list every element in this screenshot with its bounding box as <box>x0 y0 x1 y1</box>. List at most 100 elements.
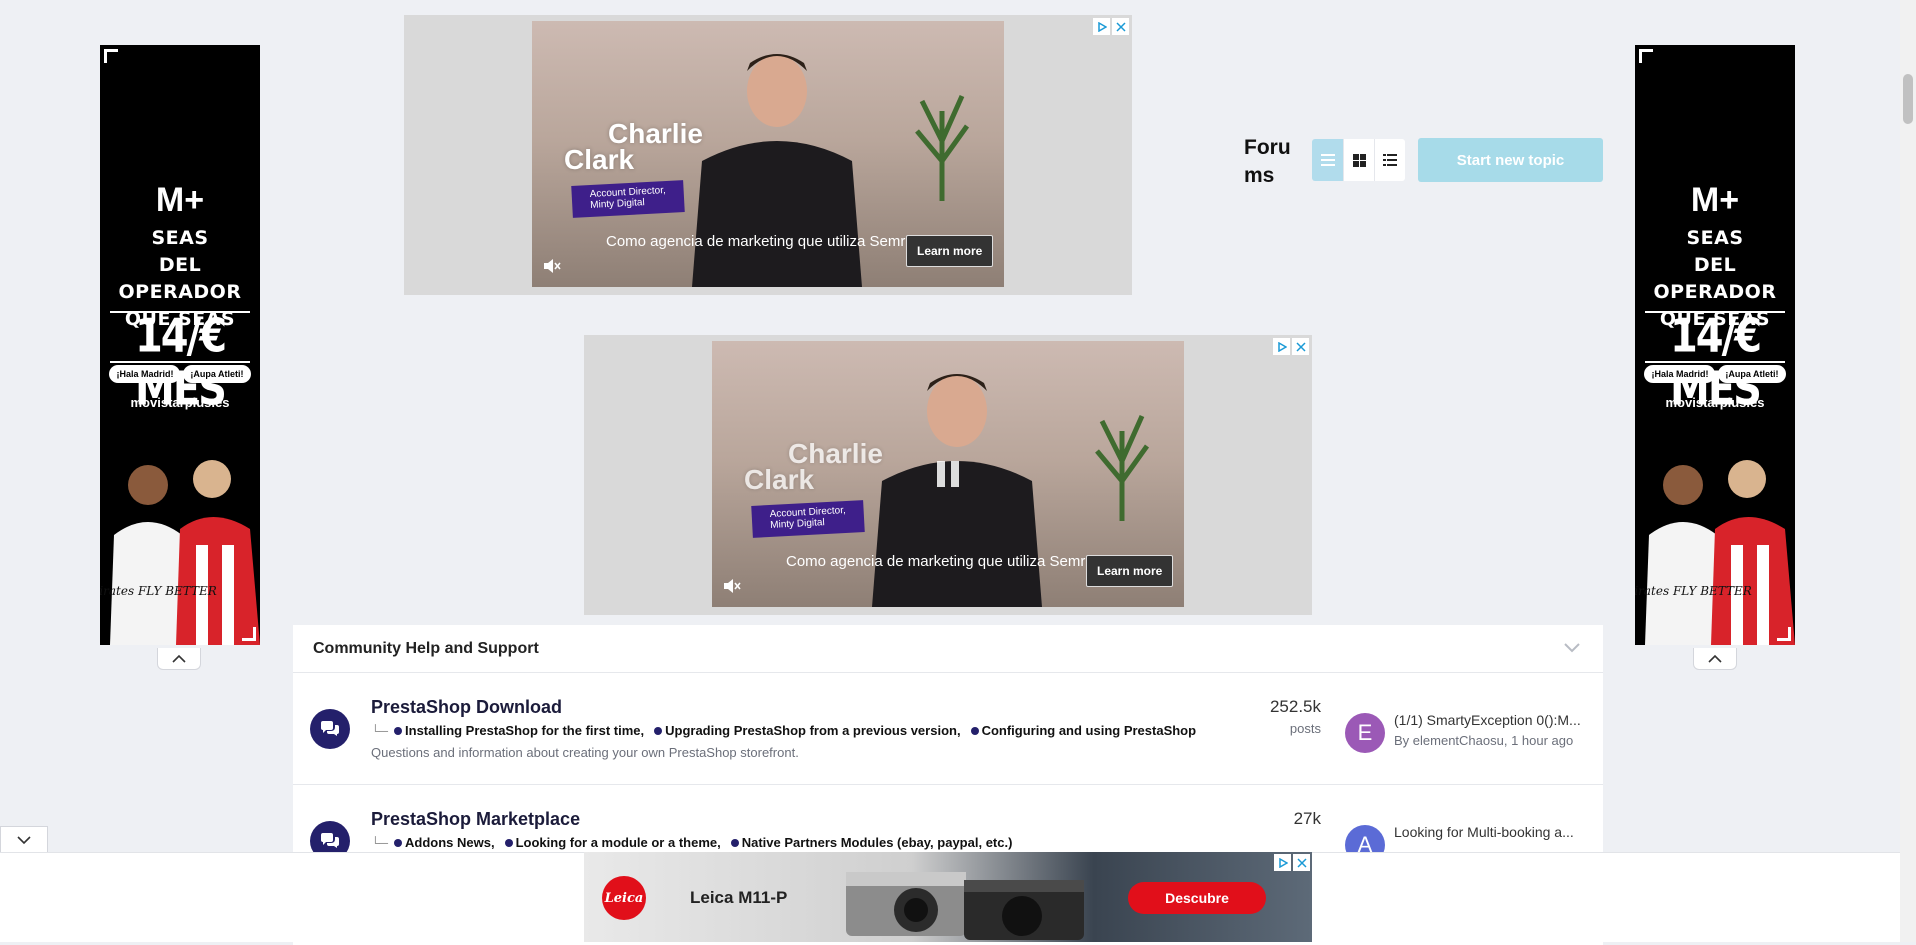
subforum-link[interactable]: Native Partners Modules (ebay, paypal, e… <box>742 835 1013 850</box>
ad-pill-atleti: ¡Aupa Atleti! <box>1718 365 1786 383</box>
scrollbar-thumb[interactable] <box>1903 74 1913 124</box>
view-table-button[interactable] <box>1312 139 1343 181</box>
ad-pills: ¡Hala Madrid! ¡Aupa Atleti! <box>1635 365 1795 383</box>
subforum-link[interactable]: Addons News, <box>405 835 495 850</box>
category-header[interactable]: Community Help and Support <box>293 625 1603 673</box>
bottom-ad-toggle-button[interactable] <box>0 826 48 853</box>
ad-corner-marker <box>104 49 118 63</box>
subforum-bullet-icon <box>394 838 403 847</box>
post-count: 252.5k <box>1269 697 1321 716</box>
ad-divider <box>1645 361 1785 363</box>
descubre-button[interactable]: Descubre <box>1128 882 1266 914</box>
leica-banner-ad[interactable]: Leica Leica M11-P Descubre <box>584 852 1312 942</box>
chevron-down-icon <box>17 836 31 845</box>
subforum-link[interactable]: Configuring and using PrestaShop <box>982 723 1197 738</box>
presenter-role: Account Director, Minty Digital <box>571 180 685 218</box>
page-scrollbar[interactable] <box>1900 0 1916 942</box>
view-list-button[interactable] <box>1374 139 1405 181</box>
ad-divider <box>110 361 250 363</box>
presenter-name: Charlie Clark <box>744 438 883 495</box>
ad-site-url: movistarplus.es <box>130 395 230 410</box>
left-ad-collapse-button[interactable] <box>157 648 201 670</box>
forum-title-link[interactable]: PrestaShop Marketplace <box>371 809 580 830</box>
close-icon[interactable] <box>1293 854 1310 871</box>
ad-players-image: Emirates FLY BETTER <box>100 460 260 645</box>
last-post-author[interactable]: By elementChaosu, 1 hour ago <box>1394 733 1573 748</box>
middle-video-ad[interactable]: Charlie Clark Account Director, Minty Di… <box>584 335 1312 615</box>
mute-icon[interactable] <box>722 577 742 595</box>
tree-branch-icon: └─ <box>371 835 389 850</box>
presenter-image <box>692 54 862 287</box>
ad-choices[interactable] <box>1093 18 1129 35</box>
learn-more-button[interactable]: Learn more <box>906 235 994 267</box>
right-skyscraper-ad[interactable]: M+ SEAS DEL OPERADOR QUE SEAS 14/€ MES ¡… <box>1635 45 1795 645</box>
ad-corner-marker <box>1777 627 1791 641</box>
plant-image <box>915 94 970 201</box>
view-grid-button[interactable] <box>1343 139 1374 181</box>
category-title: Community Help and Support <box>313 639 539 657</box>
subforum-bullet-icon <box>504 838 513 847</box>
forum-title-link[interactable]: PrestaShop Download <box>371 697 562 718</box>
mute-icon[interactable] <box>542 257 562 275</box>
subforum-list: └─ Addons News, Looking for a module or … <box>371 835 1022 850</box>
start-new-topic-button[interactable]: Start new topic <box>1418 138 1603 182</box>
top-video-ad[interactable]: Charlie Clark Account Director, Minty Di… <box>404 15 1132 295</box>
left-skyscraper-ad[interactable]: M+ SEAS DEL OPERADOR QUE SEAS 14/€ MES ¡… <box>100 45 260 645</box>
avatar[interactable]: E <box>1345 713 1385 753</box>
subforum-bullet-icon <box>654 726 663 735</box>
chevron-up-icon <box>172 654 186 663</box>
ad-pill-atleti: ¡Aupa Atleti! <box>183 365 251 383</box>
subforum-bullet-icon <box>970 726 979 735</box>
post-count-label: posts <box>1289 721 1321 736</box>
page-title: Foru ms <box>1244 136 1291 187</box>
table-view-icon <box>1320 154 1335 166</box>
close-icon[interactable] <box>1112 18 1129 35</box>
presenter-role: Account Director, Minty Digital <box>751 500 865 538</box>
video-frame[interactable]: Charlie Clark Account Director, Minty Di… <box>712 341 1184 607</box>
svg-text:Emirates FLY BETTER: Emirates FLY BETTER <box>1635 584 1752 598</box>
grid-view-icon <box>1352 153 1366 167</box>
subforum-bullet-icon <box>394 726 403 735</box>
ad-pill-madrid: ¡Hala Madrid! <box>1644 365 1716 383</box>
camera-image <box>846 872 1084 940</box>
forum-chat-icon <box>310 709 350 749</box>
list-view-icon <box>1383 154 1397 166</box>
ad-pill-madrid: ¡Hala Madrid! <box>109 365 181 383</box>
video-frame[interactable]: Charlie Clark Account Director, Minty Di… <box>532 21 1004 287</box>
video-caption: Como agencia de marketing que utiliza Se… <box>606 233 930 250</box>
subforum-link[interactable]: Looking for a module or a theme, <box>516 835 721 850</box>
ad-choices[interactable] <box>1274 854 1310 871</box>
chevron-down-icon[interactable] <box>1563 641 1581 653</box>
tree-branch-icon: └─ <box>371 723 389 738</box>
subforum-list: └─ Installing PrestaShop for the first t… <box>371 723 1206 738</box>
subforum-link[interactable]: Upgrading PrestaShop from a previous ver… <box>665 723 960 738</box>
post-count: 27k <box>1293 809 1321 828</box>
adchoices-icon[interactable] <box>1273 338 1290 355</box>
subforum-link[interactable]: Installing PrestaShop for the first time… <box>405 723 644 738</box>
ad-corner-marker <box>1639 49 1653 63</box>
adchoices-icon[interactable] <box>1274 854 1291 871</box>
leica-logo: Leica <box>602 876 646 920</box>
last-post-title[interactable]: (1/1) SmartyException 0():M... <box>1394 712 1594 728</box>
chevron-up-icon <box>1708 654 1722 663</box>
pause-icon[interactable] <box>934 459 962 489</box>
learn-more-button[interactable]: Learn more <box>1086 555 1174 587</box>
ad-site-url: movistarplus.es <box>1665 395 1765 410</box>
right-ad-collapse-button[interactable] <box>1693 648 1737 670</box>
ad-choices[interactable] <box>1273 338 1309 355</box>
presenter-name: Charlie Clark <box>564 118 703 175</box>
ad-brand-logo: M+ <box>1690 181 1740 219</box>
forum-description: Questions and information about creating… <box>371 745 799 760</box>
view-mode-toggle[interactable] <box>1312 139 1405 181</box>
close-icon[interactable] <box>1292 338 1309 355</box>
ad-pills: ¡Hala Madrid! ¡Aupa Atleti! <box>100 365 260 383</box>
adchoices-icon[interactable] <box>1093 18 1110 35</box>
plant-image <box>1095 414 1150 521</box>
ad-brand-logo: M+ <box>155 181 205 219</box>
ad-players-image: Emirates FLY BETTER <box>1635 460 1795 645</box>
leica-model-name: Leica M11-P <box>690 888 788 907</box>
ad-corner-marker <box>242 627 256 641</box>
svg-text:Emirates FLY BETTER: Emirates FLY BETTER <box>100 584 217 598</box>
forum-row[interactable]: PrestaShop Download └─ Installing Presta… <box>293 673 1603 785</box>
last-post-title[interactable]: Looking for Multi-booking a... <box>1394 824 1594 840</box>
